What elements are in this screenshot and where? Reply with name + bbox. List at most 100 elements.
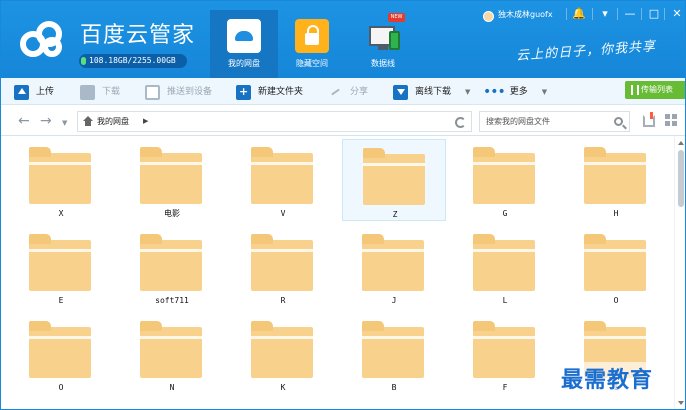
folder-icon	[140, 234, 202, 291]
transfer-list-button[interactable]: 传输列表	[625, 81, 685, 99]
download-icon	[80, 84, 95, 100]
folder-label: R	[280, 296, 286, 305]
back-arrow-icon[interactable]: ←	[18, 114, 30, 128]
tab-my-disk-label: 我的网盘	[228, 59, 260, 68]
minimize-button[interactable]: —	[617, 6, 642, 22]
folder-item[interactable]: G	[453, 139, 557, 221]
lock-icon	[295, 19, 329, 53]
share-icon	[330, 86, 343, 99]
search-placeholder: 搜索我的网盘文件	[486, 117, 550, 126]
share-label: 分享	[350, 87, 369, 97]
notification-bell-icon[interactable]: 🔔	[566, 6, 591, 22]
maximize-button[interactable]: □	[641, 6, 666, 22]
offline-download-chevron-down-icon[interactable]: ▼	[465, 84, 470, 100]
folder-item[interactable]: B	[342, 313, 446, 395]
folder-icon	[473, 147, 535, 204]
folder-item[interactable]: F	[453, 313, 557, 395]
home-icon[interactable]	[83, 116, 93, 126]
download-button[interactable]: 下载	[80, 84, 120, 100]
folder-label: X	[58, 209, 64, 218]
more-chevron-down-icon[interactable]: ▼	[542, 84, 547, 100]
tab-data-line-label: 数据线	[371, 59, 395, 68]
new-badge: NEW	[388, 13, 405, 22]
path-breadcrumb[interactable]: 我的网盘 ▶	[77, 111, 472, 132]
user-avatar-icon[interactable]	[483, 11, 494, 22]
folder-label: J	[391, 296, 397, 305]
scroll-down-icon[interactable]	[678, 401, 684, 405]
watermark: 最需教育	[561, 362, 654, 394]
new-folder-button[interactable]: 新建文件夹	[236, 84, 303, 100]
folder-icon	[251, 234, 313, 291]
folder-item[interactable]: N	[120, 313, 224, 395]
more-dots-icon: •••	[483, 84, 506, 100]
upload-button[interactable]: 上传	[14, 84, 54, 100]
close-button[interactable]: ✕	[664, 6, 685, 22]
cloud-icon	[227, 19, 261, 53]
folder-icon	[29, 321, 91, 378]
push-device-button[interactable]: 推送到设备	[145, 84, 212, 100]
search-input[interactable]: 搜索我的网盘文件	[479, 111, 630, 132]
history-chevron-down-icon[interactable]: ▼	[62, 116, 67, 130]
folder-icon	[473, 234, 535, 291]
scroll-up-icon[interactable]	[678, 141, 684, 145]
scroll-thumb[interactable]	[678, 150, 684, 207]
sort-icon[interactable]	[643, 112, 655, 127]
baidu-cloud-logo-icon	[20, 21, 62, 57]
folder-item[interactable]: L	[453, 226, 557, 308]
folder-label: Z	[392, 210, 398, 219]
breadcrumb-chevron-right-icon[interactable]: ▶	[143, 115, 148, 128]
monitor-stand-shape	[378, 46, 388, 50]
tab-data-line[interactable]: NEW 数据线	[349, 10, 417, 78]
folder-item[interactable]: E	[9, 226, 113, 308]
address-bar: ← → ▼ 我的网盘 ▶ 搜索我的网盘文件	[1, 105, 685, 136]
folder-item[interactable]: 电影	[120, 139, 224, 221]
folder-icon	[473, 321, 535, 378]
offline-download-button[interactable]: 离线下载 ▼	[393, 84, 470, 100]
folder-item[interactable]: H	[564, 139, 668, 221]
folder-icon	[362, 321, 424, 378]
quota-text: 108.18GB/2255.00GB	[89, 56, 176, 65]
folder-icon	[29, 234, 91, 291]
new-folder-icon	[236, 84, 251, 100]
folder-item[interactable]: O	[564, 226, 668, 308]
storage-quota: 108.18GB/2255.00GB	[79, 54, 187, 68]
folder-icon	[251, 147, 313, 204]
more-button[interactable]: ••• 更多 ▼	[483, 84, 547, 100]
upload-icon	[14, 84, 29, 100]
vertical-scrollbar[interactable]	[674, 136, 685, 409]
folder-label: 电影	[164, 209, 180, 218]
push-device-label: 推送到设备	[167, 87, 213, 97]
folder-item[interactable]: O	[9, 313, 113, 395]
grid-view-icon[interactable]	[665, 114, 677, 126]
folder-icon	[140, 321, 202, 378]
phone-shape	[389, 31, 400, 50]
folder-icon	[362, 234, 424, 291]
offline-download-icon	[393, 84, 408, 100]
folder-label: L	[502, 296, 508, 305]
folder-label: O	[58, 383, 64, 392]
folder-item[interactable]: J	[342, 226, 446, 308]
folder-item[interactable]: X	[9, 139, 113, 221]
tab-hidden-space[interactable]: 隐藏空间	[278, 10, 346, 78]
tab-my-disk[interactable]: 我的网盘	[210, 10, 278, 78]
folder-item-selected[interactable]: Z	[342, 139, 446, 221]
folder-item[interactable]: K	[231, 313, 335, 395]
folder-item[interactable]: V	[231, 139, 335, 221]
folder-label: G	[502, 209, 508, 218]
menu-chevron-down-icon[interactable]: ▾	[592, 6, 617, 22]
share-button[interactable]: 分享	[330, 84, 368, 100]
folder-item[interactable]: soft711	[120, 226, 224, 308]
breadcrumb-my-disk[interactable]: 我的网盘	[97, 115, 129, 128]
upload-label: 上传	[36, 87, 55, 97]
search-icon[interactable]	[614, 117, 623, 126]
forward-arrow-icon[interactable]: →	[40, 114, 52, 128]
folder-item[interactable]: R	[231, 226, 335, 308]
computer-phone-icon	[366, 19, 400, 53]
folder-label: O	[613, 296, 619, 305]
folder-icon	[29, 147, 91, 204]
slogan: 云上的日子，你我共享	[515, 39, 657, 64]
folder-label: K	[280, 383, 286, 392]
refresh-icon[interactable]	[455, 117, 466, 128]
folder-label: N	[169, 383, 175, 392]
user-name[interactable]: 独木成林guofx	[498, 9, 553, 21]
